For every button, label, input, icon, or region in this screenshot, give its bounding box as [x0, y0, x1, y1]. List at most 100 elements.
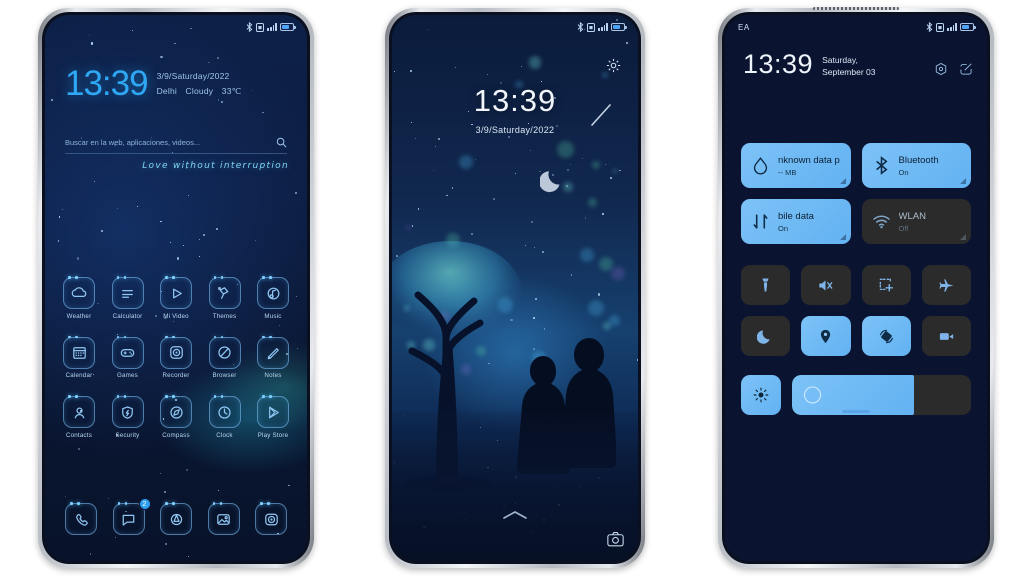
- app-clock[interactable]: Clock: [205, 395, 245, 439]
- shield-icon[interactable]: [111, 395, 144, 428]
- app-calculator[interactable]: Calculator: [108, 276, 148, 320]
- brightness-auto-button[interactable]: [741, 375, 781, 415]
- app-games[interactable]: Games: [108, 335, 148, 379]
- qs-tile-subtitle: -- MB: [778, 167, 797, 177]
- gallery-icon[interactable]: [207, 502, 240, 535]
- qs-toggle-airplane[interactable]: [921, 265, 971, 305]
- music-note-icon[interactable]: [257, 276, 289, 309]
- calculator-icon[interactable]: [111, 276, 144, 309]
- play-store-icon[interactable]: [257, 395, 289, 428]
- app-compass[interactable]: Compass: [156, 395, 196, 439]
- crescent-moon-icon: [540, 171, 560, 193]
- qs-tile-text: WLAN Off: [899, 211, 926, 233]
- brightness-slider[interactable]: [792, 375, 971, 415]
- phone-bezel-3: EA 13:39 Saturday, September 03 nknown d…: [722, 12, 990, 564]
- qs-toggle-dark-mode[interactable]: [741, 316, 791, 356]
- app-weather[interactable]: Weather: [59, 276, 99, 320]
- brightness-row: [741, 375, 971, 415]
- qs-toggle-screen-record[interactable]: [921, 316, 971, 356]
- dock-camera[interactable]: [251, 502, 291, 535]
- expand-corner-icon[interactable]: [960, 178, 966, 184]
- qs-tile-nknown-data-p[interactable]: nknown data p -- MB: [741, 143, 851, 188]
- qs-tile-wlan[interactable]: WLAN Off: [861, 199, 971, 244]
- app-browser[interactable]: Browser: [205, 335, 245, 379]
- app-mi-video[interactable]: Mi Video: [156, 276, 196, 320]
- app-label: Mi Video: [163, 312, 189, 320]
- app-grid-row: Calendar Games Recorder Browser Notes: [59, 335, 293, 379]
- qs-tile-bile-data[interactable]: bile data On: [741, 199, 851, 244]
- expand-corner-icon[interactable]: [960, 234, 966, 240]
- app-themes[interactable]: Themes: [205, 276, 245, 320]
- qs-toggle-screenshot[interactable]: [861, 265, 911, 305]
- screenshot-icon: [879, 278, 893, 292]
- dock-browser-dock[interactable]: [156, 502, 196, 535]
- browser-icon: [218, 346, 231, 359]
- browser-dock-icon[interactable]: [160, 502, 192, 535]
- app-recorder[interactable]: Recorder: [156, 335, 196, 379]
- qs-tile-text: Bluetooth On: [899, 155, 939, 177]
- clock-icon[interactable]: [208, 395, 241, 428]
- paint-roller-icon[interactable]: [208, 276, 241, 309]
- app-play-store[interactable]: Play Store: [253, 395, 293, 439]
- sim-icon: [587, 22, 596, 32]
- phone-lock: 13:39 3/9/Saturday/2022: [385, 8, 645, 568]
- recorder-icon[interactable]: [160, 335, 192, 369]
- home-clock-widget[interactable]: 13:39 3/9/Saturday/2022 Delhi Cloudy 33℃: [65, 66, 293, 101]
- status-icons-3: [926, 22, 976, 32]
- bluetooth-icon: [246, 22, 253, 32]
- app-contacts[interactable]: Contacts: [59, 395, 99, 439]
- poster-canvas: 13:39 3/9/Saturday/2022 Delhi Cloudy 33℃…: [0, 0, 1024, 576]
- app-label: Themes: [212, 312, 237, 320]
- dock-phone[interactable]: [61, 502, 101, 535]
- qs-tile-text: bile data On: [778, 211, 814, 233]
- qs-tile-bluetooth[interactable]: Bluetooth On: [861, 143, 971, 188]
- app-music[interactable]: Music: [253, 276, 293, 320]
- qs-header: 13:39 Saturday, September 03: [743, 51, 973, 78]
- earpiece-speaker: [813, 7, 899, 10]
- settings-icon[interactable]: [934, 62, 948, 76]
- camera-icon[interactable]: [255, 502, 287, 535]
- messages-icon[interactable]: 2: [112, 498, 151, 535]
- app-notes[interactable]: Notes: [253, 335, 293, 379]
- panel-drag-handle[interactable]: [842, 410, 870, 413]
- qs-toggle-location[interactable]: [801, 316, 851, 356]
- phone-icon: [75, 513, 88, 526]
- mute-icon: [819, 279, 833, 291]
- phone-icon[interactable]: [65, 502, 97, 535]
- contacts-icon: [74, 407, 84, 418]
- gamepad-icon[interactable]: [111, 335, 144, 369]
- notes-icon[interactable]: [257, 335, 289, 369]
- search-icon[interactable]: [276, 137, 287, 148]
- edit-icon[interactable]: [959, 62, 973, 76]
- qs-toggle-mute[interactable]: [801, 265, 851, 305]
- search-bar[interactable]: Buscar en la web, aplicaciones, videos..…: [65, 137, 287, 154]
- weather-temp: 33℃: [221, 86, 242, 96]
- battery-icon: [611, 23, 627, 31]
- expand-corner-icon[interactable]: [839, 178, 846, 184]
- app-calendar[interactable]: Calendar: [59, 335, 99, 379]
- qs-tile-subtitle: On: [898, 167, 909, 177]
- dock-messages[interactable]: 2: [109, 498, 151, 535]
- app-label: Browser: [212, 372, 237, 379]
- dock-gallery[interactable]: [204, 502, 244, 535]
- qs-toggle-flashlight[interactable]: [741, 265, 791, 305]
- compass-icon[interactable]: [160, 395, 192, 428]
- app-security[interactable]: Security: [108, 395, 148, 439]
- auto-rotate-icon: [879, 329, 893, 343]
- calendar-icon[interactable]: [63, 335, 95, 369]
- contacts-icon[interactable]: [63, 395, 95, 428]
- status-bar-home: [45, 15, 307, 39]
- camera-icon[interactable]: [607, 531, 624, 547]
- browser-icon[interactable]: [208, 335, 241, 369]
- gear-icon[interactable]: [605, 57, 622, 74]
- qs-toggle-auto-rotate[interactable]: [861, 316, 911, 356]
- brightness-slider-knob[interactable]: [804, 386, 821, 404]
- qs-time: 13:39: [743, 49, 814, 79]
- app-label: Notes: [264, 372, 282, 379]
- expand-corner-icon[interactable]: [839, 234, 846, 240]
- notes-icon: [267, 348, 279, 360]
- chevron-up-icon[interactable]: [502, 509, 528, 521]
- weather-icon[interactable]: [63, 276, 95, 309]
- app-label: Games: [117, 372, 138, 379]
- play-icon[interactable]: [160, 276, 192, 309]
